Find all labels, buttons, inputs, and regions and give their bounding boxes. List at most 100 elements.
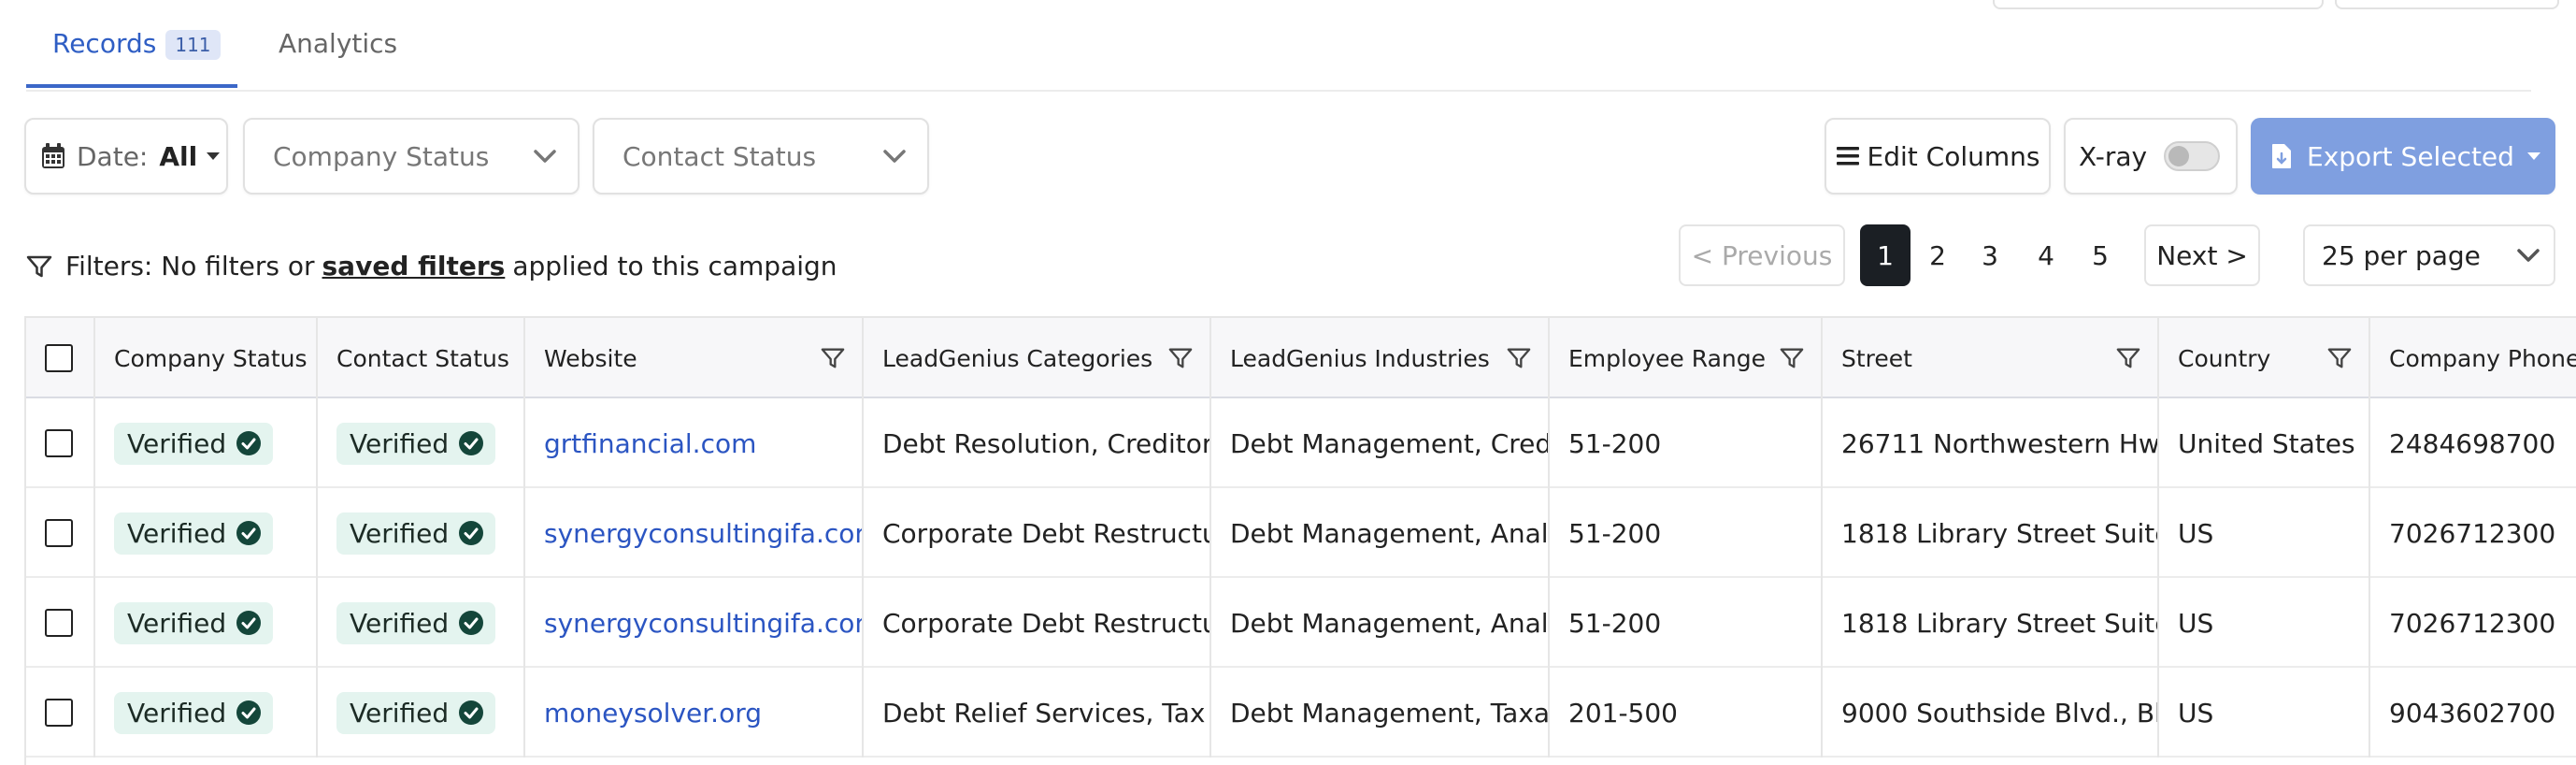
company-status-badge: Verified	[114, 512, 274, 555]
export-selected-button[interactable]: Export Selected	[2251, 118, 2555, 195]
table-row[interactable]: Verified Verified synergyconsultingifa.c…	[26, 578, 2576, 668]
company-status-select[interactable]: Company Status	[243, 118, 580, 195]
industries-cell: Debt Management, Credit	[1211, 398, 1550, 488]
calendar-icon	[42, 143, 64, 168]
company-phone-cell: 9043602700	[2389, 697, 2556, 729]
caret-down-icon	[2526, 152, 2540, 160]
badge-text: Verified	[350, 517, 450, 549]
badge-text: Verified	[350, 607, 450, 639]
contact-status-placeholder: Contact Status	[623, 140, 817, 172]
check-circle-icon	[459, 521, 484, 545]
header-label: Contact Status	[336, 344, 509, 372]
categories-cell: Corporate Debt Restructur	[864, 578, 1211, 668]
page-button-5[interactable]: 5	[2079, 224, 2122, 286]
header-street[interactable]: Street	[1823, 318, 2159, 398]
page-button-2[interactable]: 2	[1916, 224, 1959, 286]
categories-cell: Corporate Debt Restructur	[864, 488, 1211, 578]
per-page-select[interactable]: 25 per page	[2303, 224, 2555, 286]
header-website[interactable]: Website	[525, 318, 864, 398]
contact-status-select[interactable]: Contact Status	[593, 118, 929, 195]
employee-range-cell: 201-500	[1550, 668, 1823, 758]
industries-cell: Debt Management, Analys	[1211, 578, 1550, 668]
table-row[interactable]: Verified Verified moneysolver.org Debt R…	[26, 668, 2576, 758]
edit-columns-label: Edit Columns	[1867, 140, 2040, 172]
header-label: Country	[2178, 344, 2271, 372]
filters-suffix: applied to this campaign	[512, 251, 837, 281]
header-company-status[interactable]: Company Status	[95, 318, 318, 398]
header-country[interactable]: Country	[2159, 318, 2370, 398]
country-cell: US	[2159, 578, 2370, 668]
column-filter-icon[interactable]	[2327, 346, 2352, 370]
country-cell: United States	[2159, 398, 2370, 488]
tab-records-label: Records	[52, 28, 157, 59]
website-link[interactable]: grtfinancial.com	[525, 398, 864, 488]
categories-cell: Debt Relief Services, Tax Re	[864, 668, 1211, 758]
badge-text: Verified	[127, 607, 227, 639]
tab-records[interactable]: Records 111	[26, 28, 237, 88]
website-link[interactable]: synergyconsultingifa.com	[525, 578, 864, 668]
table-row[interactable]: Verified Verified synergyconsultingifa.c…	[26, 488, 2576, 578]
column-filter-icon[interactable]	[1168, 346, 1193, 370]
records-count-badge: 111	[165, 30, 221, 60]
badge-text: Verified	[127, 427, 227, 459]
date-filter-dropdown[interactable]: Date: All	[24, 118, 228, 195]
header-company-phone[interactable]: Company Phone	[2370, 318, 2576, 398]
row-checkbox[interactable]	[45, 609, 73, 637]
industries-cell: Debt Management, Taxati	[1211, 668, 1550, 758]
previous-page-button[interactable]: < Previous	[1679, 224, 1845, 286]
column-filter-icon[interactable]	[821, 346, 845, 370]
contact-status-badge: Verified	[336, 601, 496, 644]
header-label: Company Phone	[2389, 344, 2576, 372]
list-icon	[1836, 147, 1859, 166]
chevron-down-icon	[534, 150, 556, 163]
website-link[interactable]: synergyconsultingifa.com	[525, 488, 864, 578]
next-page-button[interactable]: Next >	[2144, 224, 2260, 286]
edit-columns-button[interactable]: Edit Columns	[1825, 118, 2051, 195]
tab-analytics[interactable]: Analytics	[279, 28, 397, 88]
per-page-value: 25 per page	[2322, 239, 2481, 271]
header-label: Website	[544, 344, 637, 372]
row-checkbox[interactable]	[45, 519, 73, 547]
saved-filters-link[interactable]: saved filters	[322, 251, 506, 281]
page-button-3[interactable]: 3	[1968, 224, 2011, 286]
page-button-1[interactable]: 1	[1860, 224, 1911, 286]
check-circle-icon	[236, 431, 262, 455]
table-header: Company Status Contact Status Website Le…	[26, 316, 2576, 398]
employee-range-cell: 51-200	[1550, 488, 1823, 578]
row-checkbox[interactable]	[45, 429, 73, 457]
xray-toggle[interactable]	[2164, 141, 2221, 171]
records-table: Company Status Contact Status Website Le…	[24, 316, 2576, 765]
column-filter-icon[interactable]	[1780, 346, 1804, 370]
website-link[interactable]: moneysolver.org	[525, 668, 864, 758]
tab-analytics-label: Analytics	[279, 28, 398, 59]
toggle-knob	[2168, 146, 2190, 166]
header-leadgenius-industries[interactable]: LeadGenius Industries	[1211, 318, 1550, 398]
header-label: LeadGenius Industries	[1230, 344, 1490, 372]
row-checkbox[interactable]	[45, 699, 73, 727]
employee-range-cell: 51-200	[1550, 578, 1823, 668]
check-circle-icon	[236, 611, 262, 635]
company-phone-cell: 2484698700	[2389, 427, 2556, 459]
select-all-cell	[26, 318, 95, 398]
header-leadgenius-categories[interactable]: LeadGenius Categories	[864, 318, 1211, 398]
column-filter-icon[interactable]	[1507, 346, 1531, 370]
check-circle-icon	[236, 521, 262, 545]
check-circle-icon	[459, 700, 484, 725]
select-all-checkbox[interactable]	[45, 344, 73, 372]
xray-control: X-ray	[2064, 118, 2238, 195]
header-label: Company Status	[114, 344, 308, 372]
header-contact-status[interactable]: Contact Status	[318, 318, 525, 398]
column-filter-icon[interactable]	[2116, 346, 2140, 370]
street-cell: 1818 Library Street Suite 5	[1823, 578, 2159, 668]
street-cell: 1818 Library Street Suite 5	[1823, 488, 2159, 578]
table-row[interactable]: Verified Verified grtfinancial.com Debt …	[26, 398, 2576, 488]
date-label: Date:	[77, 140, 149, 172]
badge-text: Verified	[350, 697, 450, 729]
chevron-down-icon	[2517, 249, 2540, 262]
header-employee-range[interactable]: Employee Range	[1550, 318, 1823, 398]
page-button-4[interactable]: 4	[2025, 224, 2068, 286]
categories-cell: Debt Resolution, Creditors	[864, 398, 1211, 488]
company-status-placeholder: Company Status	[273, 140, 490, 172]
funnel-icon	[26, 255, 52, 277]
company-status-badge: Verified	[114, 601, 274, 644]
